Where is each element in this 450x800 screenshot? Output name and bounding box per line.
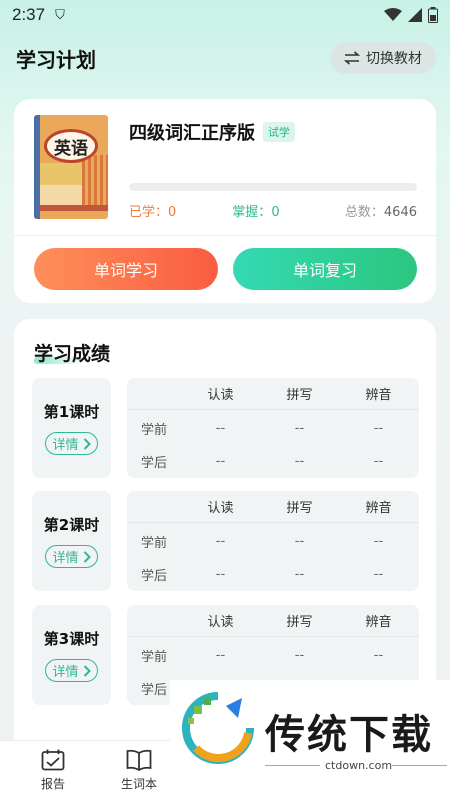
nav-item-wordbook[interactable]: 生词本 — [111, 749, 167, 792]
mastered-stat: 掌握：0 — [232, 205, 280, 220]
wifi-icon — [384, 8, 402, 21]
column-header: 辨音 — [365, 501, 392, 516]
score-cell: -- — [294, 420, 305, 436]
nav-report-label: 报告 — [40, 777, 65, 791]
status-time: 2:37 — [12, 5, 46, 24]
divider — [14, 235, 436, 236]
score-cell: -- — [373, 647, 384, 663]
watermark-url: ctdown.com — [325, 759, 393, 772]
score-cell: -- — [215, 453, 226, 469]
detail-button[interactable]: 详情 — [45, 545, 98, 568]
column-header: 认读 — [207, 501, 234, 516]
table-row: 学后 -- -- -- — [127, 558, 419, 590]
lesson-name: 第1课时 — [43, 403, 100, 421]
score-cell: -- — [294, 533, 305, 549]
table-row: 学前 -- -- -- — [127, 412, 419, 444]
progress-bar — [129, 183, 417, 191]
nav-item-report[interactable]: 报告 — [25, 749, 81, 792]
total-stat: 总数：4646 — [344, 205, 417, 220]
book-cover-label: 英语 — [44, 129, 98, 163]
lesson-summary: 第2课时详情 — [32, 491, 111, 591]
column-header: 拼写 — [286, 388, 313, 403]
book-title: 四级词汇正序版 — [129, 123, 255, 144]
score-table: 认读 拼写 辨音学前 -- -- -- 学后 -- -- -- — [127, 491, 419, 591]
book-stats: 已学：0 掌握：0 总数：4646 — [129, 201, 417, 220]
score-cell: -- — [373, 533, 384, 549]
row-label: 学前 — [141, 649, 168, 665]
column-header: 拼写 — [286, 501, 313, 516]
switch-textbook-label: 切换教材 — [366, 51, 422, 67]
score-cell: -- — [294, 647, 305, 663]
row-label: 学前 — [141, 535, 168, 551]
table-header: 认读 拼写 辨音 — [127, 378, 419, 410]
signal-icon — [408, 8, 422, 22]
word-study-button[interactable]: 单词学习 — [34, 248, 218, 290]
score-cell: -- — [215, 533, 226, 549]
score-cell: -- — [373, 566, 384, 582]
table-row: 学前 -- -- -- — [127, 639, 419, 671]
lesson-row: 第1课时详情 认读 拼写 辨音学前 -- -- -- 学后 -- -- -- — [32, 378, 420, 478]
detail-label: 详情 — [52, 551, 79, 566]
table-row: 学后 -- -- -- — [127, 445, 419, 477]
watermark-logo-icon — [182, 692, 254, 764]
column-header: 认读 — [207, 615, 234, 630]
book-title-row: 四级词汇正序版 试学 — [129, 119, 295, 145]
switch-textbook-button[interactable]: 切换教材 — [330, 42, 436, 74]
results-title: 学习成绩 — [34, 343, 111, 365]
row-label: 学后 — [141, 455, 168, 471]
trial-badge: 试学 — [263, 122, 295, 142]
score-cell: -- — [373, 453, 384, 469]
page-title: 学习计划 — [16, 47, 96, 72]
shield-icon: ⛉ — [55, 7, 65, 23]
lesson-name: 第3课时 — [43, 630, 100, 648]
lesson-summary: 第3课时详情 — [32, 605, 111, 705]
table-header: 认读 拼写 辨音 — [127, 605, 419, 637]
watermark: 传统下载 ctdown.com — [170, 680, 450, 780]
column-header: 辨音 — [365, 615, 392, 630]
table-header: 认读 拼写 辨音 — [127, 491, 419, 523]
detail-button[interactable]: 详情 — [45, 659, 98, 682]
status-icons — [384, 7, 438, 23]
detail-button[interactable]: 详情 — [45, 432, 98, 455]
word-review-button[interactable]: 单词复习 — [233, 248, 417, 290]
nav-wordbook-label: 生词本 — [120, 777, 157, 791]
lesson-name: 第2课时 — [43, 516, 100, 534]
book-card: 英语 四级词汇正序版 试学 已学：0 掌握：0 总数：4646 单词学习 单词复… — [14, 99, 436, 303]
book-cover[interactable]: 英语 — [34, 115, 108, 219]
detail-label: 详情 — [52, 438, 79, 453]
chevron-right-icon — [83, 437, 91, 450]
lesson-row: 第2课时详情 认读 拼写 辨音学前 -- -- -- 学后 -- -- -- — [32, 491, 420, 591]
row-label: 学前 — [141, 422, 168, 438]
book-icon — [126, 749, 152, 771]
detail-label: 详情 — [52, 665, 79, 680]
learned-stat: 已学：0 — [129, 205, 177, 220]
column-header: 拼写 — [286, 615, 313, 630]
score-cell: -- — [215, 647, 226, 663]
row-label: 学后 — [141, 568, 168, 584]
lesson-summary: 第1课时详情 — [32, 378, 111, 478]
calendar-icon — [41, 749, 65, 771]
column-header: 辨音 — [365, 388, 392, 403]
score-cell: -- — [215, 420, 226, 436]
table-row: 学前 -- -- -- — [127, 525, 419, 557]
score-cell: -- — [294, 453, 305, 469]
swap-icon — [344, 51, 360, 65]
score-cell: -- — [294, 566, 305, 582]
battery-icon — [428, 7, 438, 23]
score-table: 认读 拼写 辨音学前 -- -- -- 学后 -- -- -- — [127, 378, 419, 478]
score-cell: -- — [373, 420, 384, 436]
watermark-text: 传统下载 — [265, 712, 433, 758]
status-bar: 2:37 ⛉ — [0, 0, 450, 30]
page-header: 学习计划 切换教材 — [16, 42, 436, 74]
chevron-right-icon — [83, 664, 91, 677]
chevron-right-icon — [83, 550, 91, 563]
column-header: 认读 — [207, 388, 234, 403]
score-cell: -- — [215, 566, 226, 582]
